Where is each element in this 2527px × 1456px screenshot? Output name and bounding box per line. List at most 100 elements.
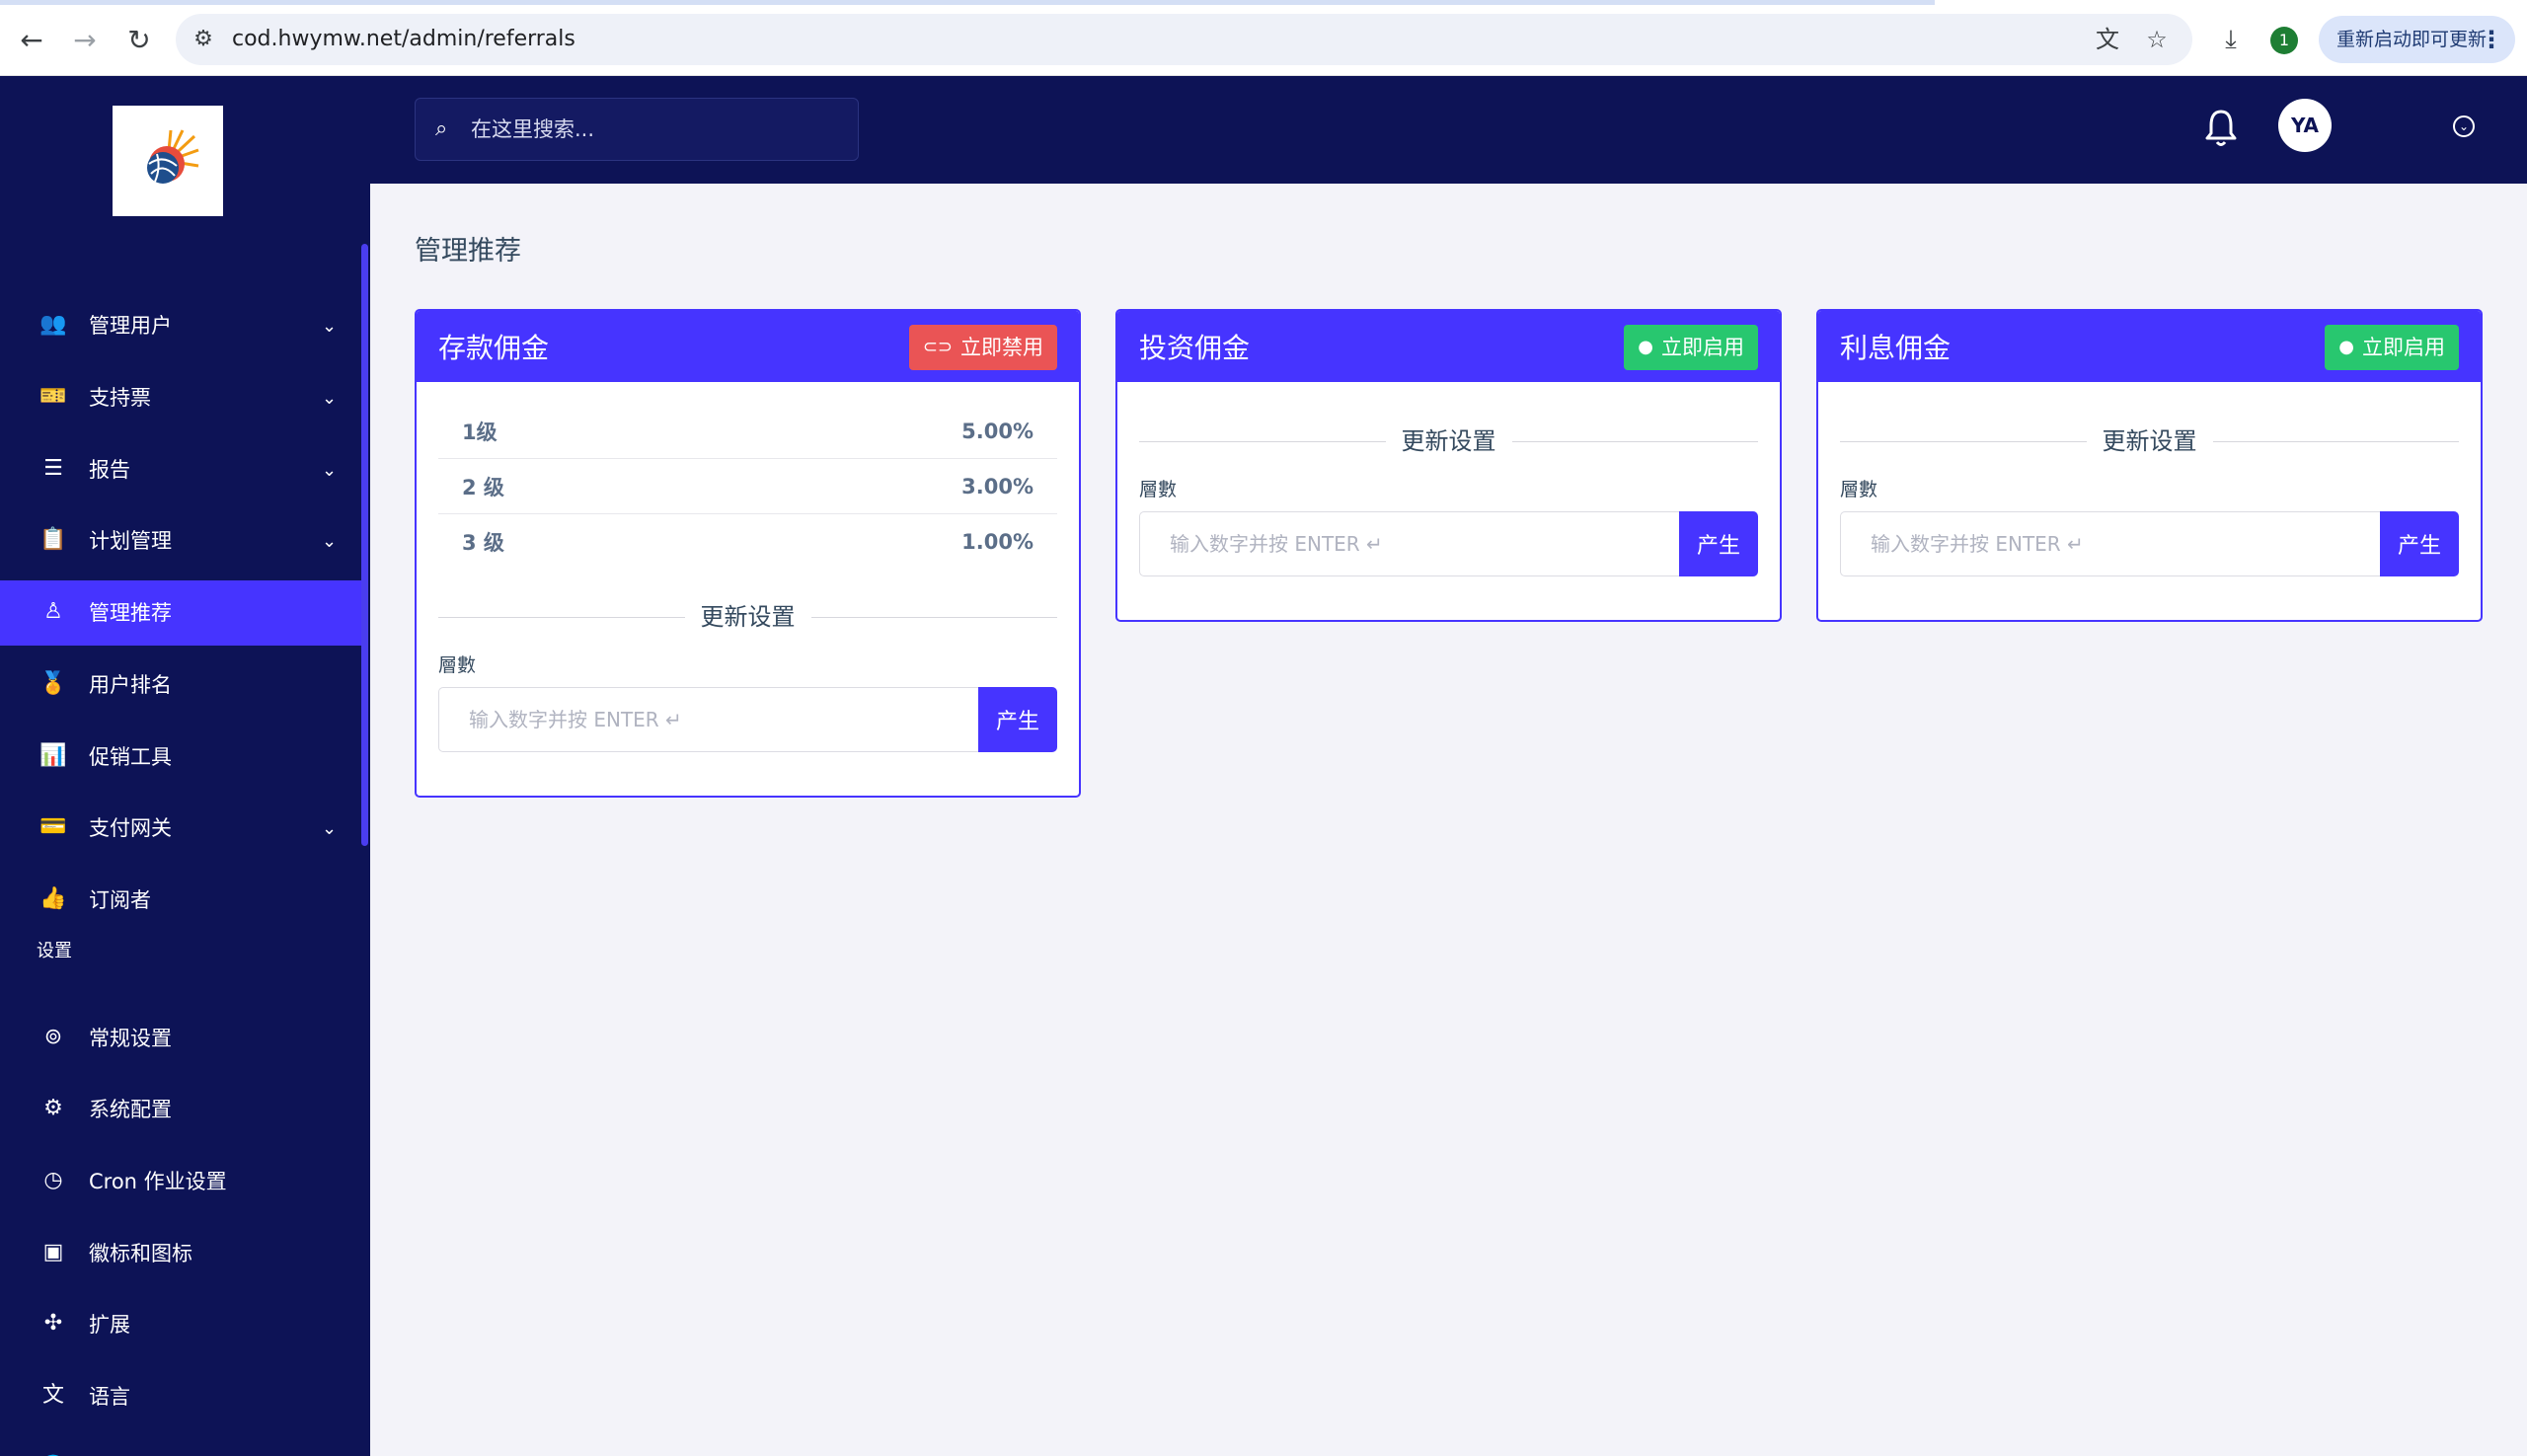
card-title: 投资佣金 (1139, 332, 1251, 364)
language-icon: 文 (41, 1383, 64, 1408)
level-input-group: 产生 (438, 687, 1057, 752)
generate-button[interactable]: 产生 (978, 687, 1057, 752)
sidebar-item-label: 订阅者 (89, 888, 151, 912)
download-icon[interactable]: ⤓ (2213, 22, 2249, 57)
translate-icon[interactable]: 文 (2094, 26, 2121, 53)
level-row: 3 级 1.00% (438, 514, 1057, 570)
settings-item-4[interactable]: ▣ 徽标和图标 (0, 1221, 361, 1286)
settings-item-2[interactable]: ⚙ 系统配置 (0, 1077, 361, 1142)
update-button[interactable]: 重新启动即可更新 ⋮ (2319, 16, 2515, 63)
images-icon: ▣ (42, 1240, 64, 1264)
logo-icon (147, 129, 199, 184)
card-header: 利息佣金 ● 立即启用 (1818, 311, 2481, 382)
forward-icon[interactable]: → (65, 20, 105, 59)
update-settings-divider: 更新设置 (1139, 421, 1758, 461)
level-list: 1级 5.00% 2 级 3.00% 3 级 1.00% (438, 404, 1057, 570)
sidebar-item-label: 支付网关 (89, 816, 172, 840)
update-label: 重新启动即可更新 (2336, 29, 2488, 50)
update-settings-title: 更新设置 (2086, 421, 2213, 461)
referral-icon: ♙ (43, 599, 63, 624)
bell-icon[interactable] (2201, 106, 2241, 151)
settings-item-1[interactable]: ⊚ 常规设置 (0, 1006, 361, 1071)
settings-item-label: 扩展 (89, 1313, 130, 1337)
life-ring-icon: ⊚ (43, 1025, 63, 1049)
toggle-status-label: 立即启用 (2362, 336, 2445, 359)
level-value: 1.00% (961, 530, 1034, 554)
level-label: 1级 (462, 420, 498, 444)
toggle-status-label: 立即启用 (1661, 336, 1744, 359)
search-input[interactable] (471, 109, 846, 150)
search-icon: ⌕ (435, 116, 448, 141)
settings-item-6[interactable]: 文 语言 (0, 1364, 361, 1429)
settings-item-5[interactable]: ✣ 扩展 (0, 1292, 361, 1357)
toggle-icon: ● (2338, 337, 2354, 357)
toggle-status-button[interactable]: ⊂⊃ 立即禁用 (908, 325, 1057, 370)
sidebar-item-4[interactable]: 📋 计划管理 ⌄ (0, 508, 361, 574)
sidebar-scrollbar[interactable] (361, 244, 368, 846)
generate-button[interactable]: 产生 (2380, 511, 2459, 576)
topbar: ⌕ YA ⌄ (370, 76, 2527, 184)
url-text[interactable]: cod.hwymw.net/admin/referrals (232, 26, 575, 53)
sidebar-item-3[interactable]: ☰ 报告 ⌄ (0, 437, 361, 502)
extension-badge[interactable]: 1 (2270, 27, 2298, 54)
chevron-down-icon[interactable]: ⌄ (2453, 115, 2475, 137)
settings-item-7[interactable]: 🌐SEO经理 (0, 1436, 361, 1456)
search-box[interactable]: ⌕ (415, 98, 859, 161)
avatar[interactable]: YA (2278, 99, 2332, 152)
level-count-input[interactable] (1840, 511, 2380, 576)
card-header: 存款佣金 ⊂⊃ 立即禁用 (417, 311, 1079, 382)
chevron-down-icon: ⌄ (322, 316, 338, 337)
chevron-down-icon: ⌄ (322, 388, 338, 409)
card-title: 存款佣金 (438, 332, 550, 364)
sidebar-item-9[interactable]: 👍 订阅者 (0, 868, 361, 933)
settings-item-label: Cron 作业设置 (89, 1170, 227, 1193)
clock-icon: ◷ (43, 1168, 63, 1192)
sidebar-item-2[interactable]: 🎫 支持票 ⌄ (0, 365, 361, 430)
site-info-icon[interactable]: ⚙ (190, 26, 217, 53)
sidebar-item-8[interactable]: 💳 支付网关 ⌄ (0, 796, 361, 861)
level-count-input[interactable] (1139, 511, 1679, 576)
more-icon[interactable]: ⋮ (2480, 16, 2503, 63)
level-count-input[interactable] (438, 687, 978, 752)
generate-button[interactable]: 产生 (1679, 511, 1758, 576)
level-count-label: 層數 (1840, 479, 1878, 500)
settings-item-label: 常规设置 (89, 1027, 172, 1050)
link-icon: ⊂⊃ (922, 337, 953, 357)
avatar-text: YA (2290, 114, 2320, 137)
browser-toolbar: ← → ↻ ⚙ cod.hwymw.net/admin/referrals 文 … (0, 0, 2527, 76)
toggle-status-button[interactable]: ● 立即启用 (2325, 325, 2459, 370)
toggle-status-button[interactable]: ● 立即启用 (1624, 325, 1758, 370)
sidebar-item-5[interactable]: ♙ 管理推荐 (0, 580, 361, 646)
logo[interactable] (113, 106, 223, 216)
sidebar: 👥 管理用户 ⌄ 🎫 支持票 ⌄ ☰ 报告 ⌄ 📋 计划管理 ⌄ ♙ 管理推荐 🏅 用户排名 📊 促销工具 💳 支付网… (0, 76, 370, 1456)
sidebar-item-label: 管理用户 (89, 314, 172, 338)
settings-item-label: 系统配置 (89, 1098, 172, 1121)
settings-item-3[interactable]: ◷ Cron 作业设置 (0, 1149, 361, 1214)
level-value: 3.00% (961, 474, 1034, 498)
sidebar-item-label: 管理推荐 (89, 601, 172, 625)
sidebar-item-label: 报告 (89, 458, 130, 482)
level-label: 2 级 (462, 475, 504, 499)
credit-card-icon: 💳 (39, 814, 67, 839)
card-header: 投资佣金 ● 立即启用 (1117, 311, 1780, 382)
clipboard-icon: 📋 (39, 527, 67, 552)
level-input-group: 产生 (1840, 511, 2459, 576)
update-settings-divider: 更新设置 (1840, 421, 2459, 461)
commission-card: 投资佣金 ● 立即启用更新设置層數产生 (1115, 309, 1782, 622)
star-icon[interactable]: ☆ (2143, 26, 2171, 53)
gear-icon: ⚙ (43, 1096, 63, 1120)
page-title: 管理推荐 (415, 236, 521, 267)
toggle-icon: ● (1638, 337, 1653, 357)
sidebar-item-7[interactable]: 📊 促销工具 (0, 725, 361, 790)
level-input-group: 产生 (1139, 511, 1758, 576)
reload-icon[interactable]: ↻ (119, 20, 159, 59)
address-bar[interactable]: ⚙ cod.hwymw.net/admin/referrals 文 ☆ (176, 14, 2192, 65)
sidebar-item-1[interactable]: 👥 管理用户 ⌄ (0, 293, 361, 358)
sidebar-item-6[interactable]: 🏅 用户排名 (0, 652, 361, 718)
sidebar-item-label: 计划管理 (89, 529, 172, 553)
back-icon[interactable]: ← (12, 20, 51, 59)
settings-section-label: 设置 (37, 941, 72, 961)
level-count-label: 層數 (1139, 479, 1178, 500)
update-settings-title: 更新设置 (1385, 421, 1512, 461)
sidebar-item-label: 促销工具 (89, 745, 172, 769)
